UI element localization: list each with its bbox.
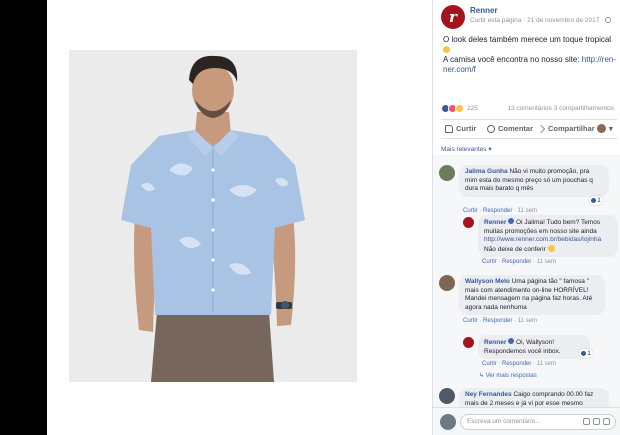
- reply-reaction-count: 1: [587, 350, 591, 357]
- like-page-link[interactable]: Curtir esta página: [470, 17, 521, 24]
- comment-input[interactable]: Escreva um comentário...: [460, 414, 616, 430]
- verified-badge-icon: [508, 338, 515, 344]
- comment-author[interactable]: Ney Fernandes: [465, 391, 512, 398]
- avatar[interactable]: [439, 388, 455, 404]
- avatar[interactable]: [439, 165, 455, 181]
- avatar: [597, 124, 606, 133]
- reply-like-link[interactable]: Curtir: [482, 361, 497, 367]
- reply-like-link[interactable]: Curtir: [482, 259, 497, 265]
- comments-list: Jalima Gunha Não vi muito promoção, pra …: [433, 155, 620, 411]
- share-button-label: Compartilhar: [548, 124, 595, 133]
- reactions-summary[interactable]: 225 13 comentários 3 compartilhamentos: [441, 104, 616, 116]
- comment-button-label: Comentar: [498, 124, 534, 133]
- like-reaction-icon: [591, 198, 597, 203]
- reply-reply-link[interactable]: Responder: [502, 361, 531, 367]
- comment-like-link[interactable]: Curtir: [463, 208, 478, 214]
- caption-line-2: A camisa você encontra no nosso site:: [443, 55, 580, 64]
- reply-reply-link[interactable]: Responder: [502, 259, 531, 265]
- comment-icon: [487, 124, 495, 133]
- like-reaction-icon: [581, 351, 587, 356]
- reaction-count[interactable]: 225: [467, 105, 478, 112]
- avatar: [440, 414, 456, 430]
- comment-time[interactable]: 11 sem: [518, 318, 537, 324]
- reply-bubble: Renner Oi, Wallyson! Respondemos você in…: [478, 335, 590, 359]
- comment-like-link[interactable]: Curtir: [463, 318, 478, 324]
- reply-meta: Curtir · Responder · 11 sem: [482, 259, 556, 265]
- post-header: r Renner Curtir esta página · 21 de nove…: [433, 0, 620, 40]
- comment-bubble: Jalima Gunha Não vi muito promoção, pra …: [459, 165, 609, 197]
- photo-viewer: [0, 0, 432, 435]
- comment-time[interactable]: 11 sem: [518, 208, 537, 214]
- comment-share-stats[interactable]: 13 comentários 3 compartilhamentos: [507, 105, 614, 112]
- reply-time[interactable]: 11 sem: [537, 259, 556, 265]
- reply-bubble: Renner Oi Jalima! Tudo bem? Temos muitas…: [478, 215, 618, 257]
- comment-input-placeholder: Escreva um comentário...: [467, 418, 541, 425]
- camera-icon[interactable]: [593, 418, 600, 425]
- renner-avatar[interactable]: [463, 337, 474, 348]
- renner-avatar[interactable]: [463, 217, 474, 228]
- renner-logo-avatar[interactable]: r: [441, 5, 465, 29]
- caption-line-1: O look deles também merece um toque trop…: [443, 35, 612, 44]
- reply-reaction-badge[interactable]: 1: [579, 349, 593, 358]
- comment-bubble: Wallyson Melo Uma página tão " famosa " …: [459, 275, 605, 315]
- man-in-floral-shirt-illustration: [69, 50, 357, 382]
- reply-meta: Curtir · Responder · 11 sem: [482, 361, 556, 367]
- comment-sort-dropdown[interactable]: Mais relevantes ▾: [441, 145, 492, 153]
- comment-meta: Curtir · Responder · 11 sem: [463, 318, 537, 324]
- reply-time[interactable]: 11 sem: [537, 361, 556, 367]
- comment-author[interactable]: Wallyson Melo: [465, 278, 510, 285]
- composer-icons: [583, 418, 610, 425]
- post-date[interactable]: 21 de novembro de 2017: [527, 17, 599, 24]
- comment-reaction-badge[interactable]: 1: [589, 196, 603, 205]
- reply-tail-text: Não deixe de conferir: [484, 245, 546, 253]
- comment-reply-link[interactable]: Responder: [483, 318, 512, 324]
- reply-author[interactable]: Renner: [484, 339, 506, 346]
- thumbs-up-icon: [445, 124, 453, 133]
- post-caption: O look deles também merece um toque trop…: [443, 35, 618, 75]
- reply-author[interactable]: Renner: [484, 219, 506, 226]
- emoji-icon[interactable]: [583, 418, 590, 425]
- comment-reaction-count: 1: [597, 197, 601, 204]
- avatar[interactable]: [439, 275, 455, 291]
- verified-badge-icon: [508, 218, 515, 224]
- post-meta: Curtir esta página · 21 de novembro de 2…: [470, 17, 612, 24]
- haha-reaction-icon: [455, 104, 464, 113]
- comment-button[interactable]: Comentar: [487, 124, 533, 133]
- reaction-as-selector[interactable]: ▾: [597, 124, 613, 133]
- post-photo[interactable]: [69, 50, 357, 382]
- smile-emoji-icon: [547, 244, 555, 252]
- share-button[interactable]: Compartilhar: [537, 124, 595, 133]
- like-button[interactable]: Curtir: [445, 124, 476, 133]
- like-button-label: Curtir: [456, 124, 477, 133]
- comment-meta: Curtir · Responder · 11 sem: [463, 208, 537, 214]
- smile-emoji-icon: [443, 46, 450, 53]
- page-name[interactable]: Renner: [470, 6, 498, 15]
- comment-composer: Escreva um comentário...: [433, 407, 620, 435]
- gif-icon[interactable]: [603, 418, 610, 425]
- renner-r-icon: r: [449, 8, 457, 26]
- comment-author[interactable]: Jalima Gunha: [465, 168, 508, 175]
- post-actions: Curtir Comentar Compartilhar ▾: [441, 119, 617, 139]
- comment-reply-link[interactable]: Responder: [483, 208, 512, 214]
- reply-link[interactable]: http://www.renner.com.br/bebidas/lojinha: [484, 236, 601, 243]
- photo-panel: [47, 0, 432, 435]
- chevron-down-icon: ▾: [609, 124, 613, 133]
- share-arrow-icon: [537, 124, 545, 133]
- globe-icon: [605, 17, 612, 23]
- more-replies-link[interactable]: ↳ Ver mais respostas: [479, 372, 537, 379]
- more-replies-label: Ver mais respostas: [485, 373, 537, 379]
- post-side-panel: r Renner Curtir esta página · 21 de nove…: [432, 0, 620, 435]
